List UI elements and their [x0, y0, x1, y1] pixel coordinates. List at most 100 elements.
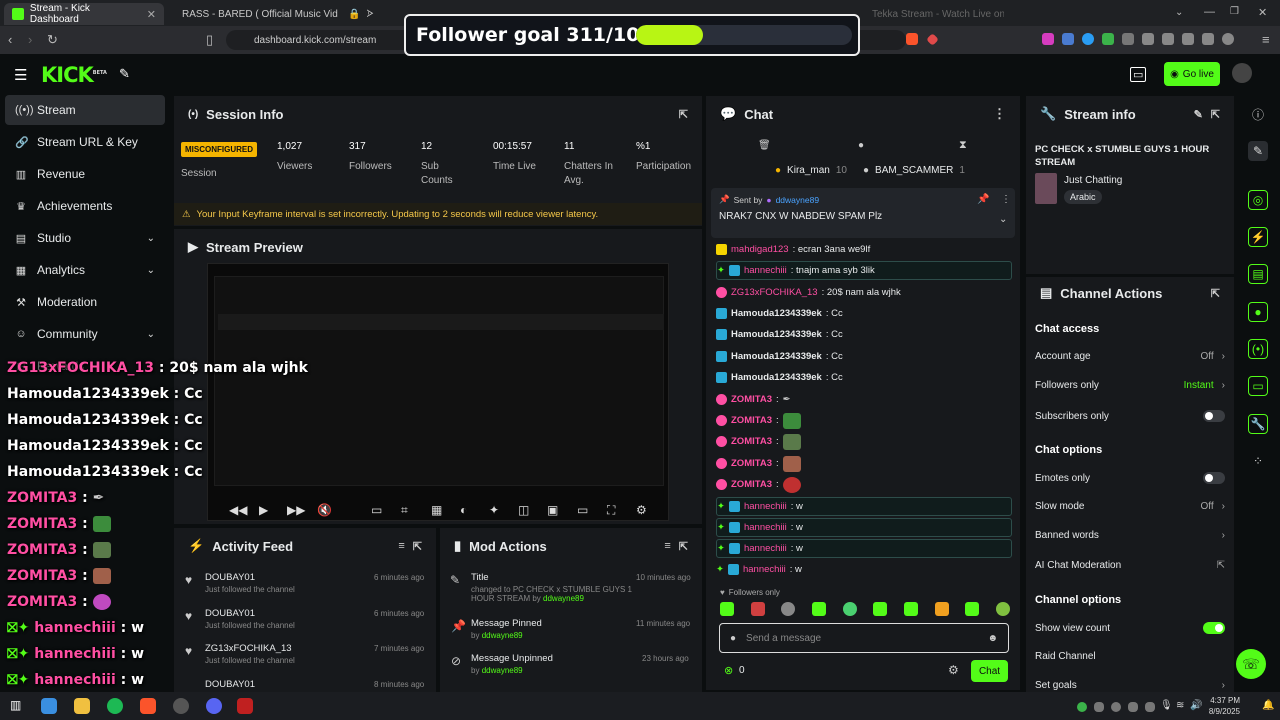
tray-icon[interactable] — [1111, 702, 1121, 712]
mute-icon[interactable]: 🔇 — [317, 503, 332, 517]
chevron-down-icon[interactable]: ⌄ — [999, 214, 1007, 225]
bolt-widget-icon[interactable]: ⚡ — [1248, 227, 1268, 247]
windows-start-icon[interactable] — [41, 698, 57, 714]
chat-username[interactable]: ZOMITA3 — [731, 415, 772, 426]
emote-icon[interactable] — [842, 602, 857, 616]
chat-username[interactable]: hannechiii — [744, 543, 787, 554]
setting-ai-moderation[interactable]: AI Chat Moderation ⇱ — [1035, 560, 1225, 571]
sidebar-item-community[interactable]: ☺ Community ⌄ — [5, 319, 165, 349]
forward-icon[interactable]: ▶▶ — [287, 503, 305, 517]
notification-icon[interactable]: 🔔 — [1262, 700, 1274, 711]
wrench-widget-icon[interactable]: 🔧 — [1248, 414, 1268, 434]
chat-input[interactable]: ● Send a message ☻ — [719, 623, 1009, 653]
emote-icon[interactable] — [873, 602, 888, 616]
pinned-author[interactable]: ddwayne89 — [776, 195, 819, 205]
popout-icon[interactable]: ⇱ — [1211, 287, 1220, 300]
chat-username[interactable]: hannechiii — [744, 501, 787, 512]
emote-icon[interactable] — [811, 602, 826, 616]
wifi-icon[interactable]: ≋ — [1176, 700, 1184, 711]
discord-icon[interactable] — [206, 698, 222, 714]
setting-followers-only[interactable]: Followers only Instant › — [1035, 380, 1225, 391]
setting-subscribers-only[interactable]: Subscribers only — [1035, 410, 1225, 422]
maximize-icon[interactable]: ❐ — [1230, 6, 1239, 17]
play-icon[interactable]: ▶ — [259, 503, 268, 517]
hourglass-icon[interactable]: ⧗ — [959, 139, 967, 152]
more-icon[interactable]: ⋮ — [993, 106, 1006, 122]
setting-raid-channel[interactable]: Raid Channel — [1035, 651, 1225, 662]
camera-icon[interactable]: ▭ — [371, 503, 382, 517]
popout-icon[interactable]: ⇱ — [679, 540, 688, 553]
pinned-message[interactable]: 📌 Sent by ● ddwayne89 NRAK7 CNX W NABDEW… — [711, 188, 1015, 238]
tray-icon[interactable] — [1077, 702, 1087, 712]
chat-username[interactable]: Hamouda1234339ek — [731, 329, 822, 340]
doc-widget-icon[interactable]: ▤ — [1248, 264, 1268, 284]
sidebar-item-studio[interactable]: ▤ Studio ⌄ — [5, 223, 165, 253]
brave-icon[interactable] — [140, 698, 156, 714]
tab-music-video[interactable]: RASS - BARED ( Official Music Video ) — [168, 3, 338, 25]
mod-action-user[interactable]: ddwayne89 — [482, 631, 523, 640]
app-icon[interactable] — [237, 698, 253, 714]
chat-username[interactable]: mahdigad123 — [731, 244, 789, 255]
extension-icon[interactable] — [1062, 33, 1074, 45]
sidebar-item-achievements[interactable]: ♛ Achievements — [5, 191, 165, 221]
reload-icon[interactable]: ↻ — [47, 32, 58, 48]
layout-icon[interactable]: ◫ — [518, 503, 529, 517]
edit-icon[interactable]: ✎ — [1194, 108, 1203, 121]
filter-icon[interactable]: ≡ — [398, 540, 404, 552]
chat-username[interactable]: Hamouda1234339ek — [731, 351, 822, 362]
emote-icon[interactable] — [995, 602, 1010, 616]
extension-icon[interactable] — [1042, 33, 1054, 45]
chat-username[interactable]: hannechiii — [744, 522, 787, 533]
chat-username[interactable]: ZG13xFOCHIKA_13 — [731, 287, 818, 298]
mic-icon[interactable]: 🎙 — [1160, 700, 1173, 711]
rewind-icon[interactable]: ◀◀ — [229, 503, 247, 517]
stats-icon[interactable]: ◐ — [460, 503, 467, 517]
popout-icon[interactable]: ⇱ — [413, 540, 422, 553]
cast-icon[interactable]: ▭ — [1130, 67, 1147, 82]
emote-icon[interactable] — [781, 602, 796, 616]
back-icon[interactable]: ‹ — [8, 32, 12, 47]
emote-icon[interactable] — [934, 602, 949, 616]
setting-emotes-only[interactable]: Emotes only — [1035, 472, 1225, 484]
tray-icon[interactable] — [1145, 702, 1155, 712]
brave-rewards-icon[interactable] — [926, 33, 939, 46]
support-chat-icon[interactable]: ☏ — [1236, 649, 1266, 679]
brave-shields-icon[interactable] — [906, 33, 918, 45]
emoji-icon[interactable]: ☻ — [987, 633, 998, 644]
unpin-icon[interactable]: 📌 — [977, 194, 989, 205]
filter-icon[interactable]: ≡ — [664, 540, 670, 552]
setting-slow-mode[interactable]: Slow mode Off › — [1035, 501, 1225, 512]
apps-icon[interactable]: ⁘ — [1248, 451, 1268, 471]
file-explorer-icon[interactable] — [74, 698, 90, 714]
kick-logo[interactable]: KICKBETA — [41, 63, 107, 87]
volume-icon[interactable]: 🔊 — [1190, 700, 1202, 711]
theater-icon[interactable]: ▭ — [577, 503, 588, 517]
chat-username[interactable]: ZOMITA3 — [731, 436, 772, 447]
mod-action-user[interactable]: ddwayne89 — [482, 666, 523, 675]
window-close-icon[interactable]: ✕ — [1258, 6, 1267, 19]
camera-widget-icon[interactable]: ◎ — [1248, 190, 1268, 210]
bookmark-icon[interactable]: ▯ — [206, 32, 213, 48]
category-thumbnail[interactable] — [1035, 173, 1057, 204]
setting-account-age[interactable]: Account age Off › — [1035, 351, 1225, 362]
popout-icon[interactable]: ⇱ — [679, 108, 688, 121]
chat-username[interactable]: hannechiii — [743, 564, 786, 575]
share-icon[interactable] — [1142, 33, 1154, 45]
chat-username[interactable]: ZOMITA3 — [731, 479, 772, 490]
effect-icon[interactable]: ✦ — [489, 503, 499, 517]
subscribers-only-toggle[interactable] — [1203, 410, 1225, 422]
settings-icon[interactable]: ⚙ — [948, 663, 959, 677]
widgets-icon[interactable]: ▥ — [10, 698, 26, 714]
chat-username[interactable]: Hamouda1234339ek — [731, 372, 822, 383]
setting-show-view-count[interactable]: Show view count — [1035, 622, 1225, 634]
download-icon[interactable] — [1162, 33, 1174, 45]
info-icon[interactable]: ⓘ — [1248, 104, 1268, 124]
broadcast-widget-icon[interactable]: (•) — [1248, 339, 1268, 359]
stream-preview-video[interactable] — [207, 263, 669, 521]
chat-username[interactable]: Hamouda1234339ek — [731, 308, 822, 319]
top-user-name[interactable]: Kira_man — [787, 165, 830, 176]
menu-icon[interactable]: ≡ — [1262, 32, 1270, 47]
chat-widget-icon[interactable]: ● — [1248, 302, 1268, 322]
close-icon[interactable]: ✕ — [147, 8, 156, 21]
edit-icon[interactable]: ✎ — [1248, 141, 1268, 161]
